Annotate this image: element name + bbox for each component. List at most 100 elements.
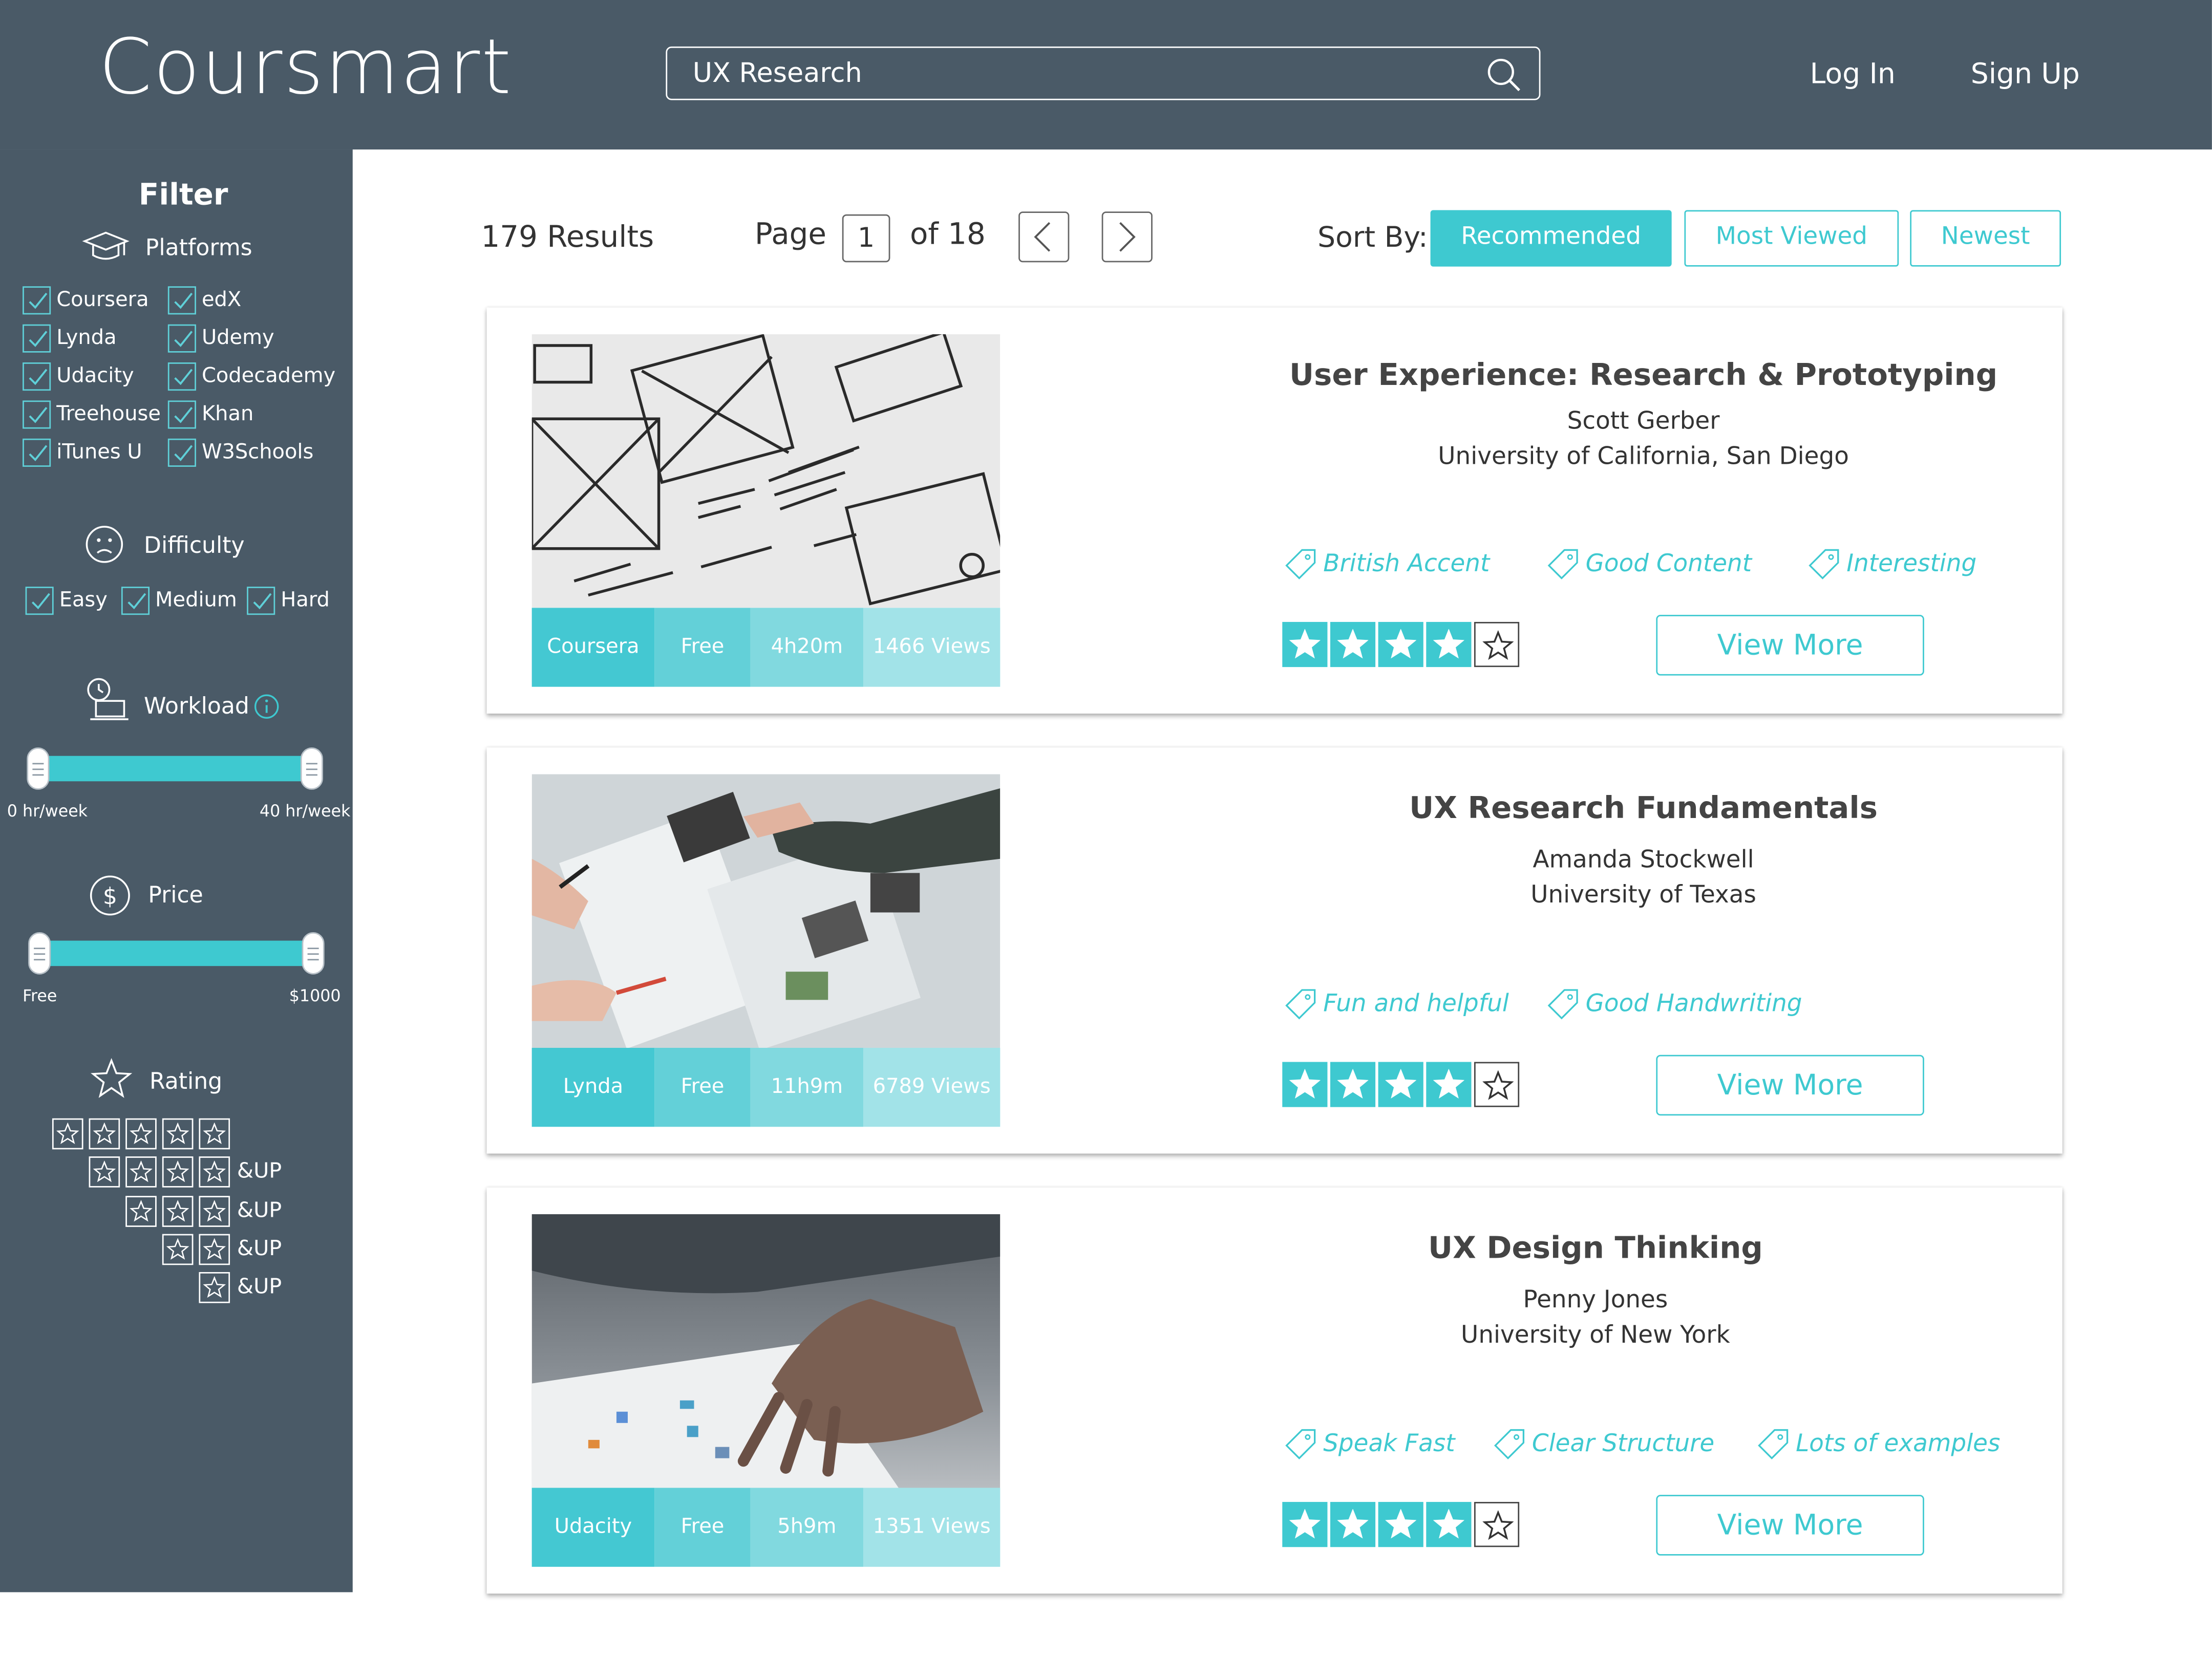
checkbox-box[interactable]: [23, 438, 51, 467]
star-filled-icon: [1289, 629, 1321, 659]
info-icon[interactable]: [254, 694, 280, 719]
course-thumbnail[interactable]: [531, 1214, 1001, 1488]
course-thumbnail[interactable]: [531, 774, 1001, 1048]
view-more-button[interactable]: View More: [1656, 1495, 1924, 1556]
platform-checkbox[interactable]: Lynda: [23, 324, 117, 353]
workload-min-handle[interactable]: [27, 747, 50, 790]
course-school: University of California, San Diego: [1438, 443, 1849, 471]
star-filled-icon: [1433, 1509, 1464, 1539]
course-instructor: Amanda Stockwell: [1533, 846, 1754, 875]
checkbox-box[interactable]: [247, 587, 275, 615]
sort-label: Sort By:: [1317, 220, 1428, 254]
star-outline-icon: [1482, 1070, 1514, 1100]
checkbox-label: Codecademy: [201, 365, 336, 388]
next-page-button[interactable]: [1101, 211, 1153, 263]
star-outline-icon: [56, 1122, 79, 1144]
checkbox-box[interactable]: [23, 286, 51, 315]
course-meta-bar: Coursera Free 4h20m 1466 Views: [531, 608, 1001, 687]
checkbox-label: Khan: [201, 403, 254, 426]
wireframe-sketch-image: [531, 334, 1001, 608]
course-duration: 4h20m: [750, 608, 864, 687]
course-tag[interactable]: Speak Fast: [1282, 1426, 1455, 1462]
platform-checkbox[interactable]: Udacity: [23, 362, 134, 391]
rating-filter-option[interactable]: &UP: [0, 1234, 353, 1267]
platform-checkbox[interactable]: Khan: [167, 400, 254, 429]
check-icon: [174, 369, 193, 385]
star-outline-icon: [203, 1276, 226, 1298]
star-outline-icon: [166, 1161, 189, 1183]
checkbox-box[interactable]: [167, 438, 196, 467]
filter-title: Filter: [138, 178, 228, 212]
course-card[interactable]: Coursera Free 4h20m 1466 Views User Expe…: [486, 307, 2062, 714]
rating-star-box: [162, 1234, 194, 1265]
rating-star-box: [162, 1156, 194, 1188]
course-title[interactable]: UX Design Thinking: [1172, 1231, 2018, 1266]
view-more-button[interactable]: View More: [1656, 1055, 1924, 1116]
checkbox-box[interactable]: [23, 362, 51, 391]
course-tag[interactable]: Clear Structure: [1491, 1426, 1714, 1462]
search-input[interactable]: UX Research: [666, 46, 1541, 100]
rating-filter-option[interactable]: &UP: [0, 1195, 353, 1229]
platform-checkbox[interactable]: Codecademy: [167, 362, 336, 391]
difficulty-checkbox[interactable]: Medium: [121, 587, 237, 615]
course-title[interactable]: User Experience: Research & Prototyping: [1220, 358, 2067, 394]
page-input[interactable]: 1: [842, 214, 890, 263]
checkbox-box[interactable]: [167, 400, 196, 429]
login-link[interactable]: Log In: [1810, 56, 1896, 90]
star-empty: [1474, 1502, 1520, 1547]
platform-checkbox[interactable]: Udemy: [167, 324, 274, 353]
sort-most-viewed-button[interactable]: Most Viewed: [1684, 210, 1899, 267]
rating-and-up-label: &UP: [237, 1274, 282, 1299]
results-count: 179 Results: [481, 220, 654, 254]
prev-page-button[interactable]: [1018, 211, 1070, 263]
course-tag[interactable]: Interesting: [1805, 546, 1976, 583]
search-icon[interactable]: [1485, 56, 1522, 93]
course-instructor: Scott Gerber: [1567, 407, 1720, 436]
course-tag[interactable]: Good Handwriting: [1545, 986, 1802, 1023]
course-card[interactable]: Udacity Free 5h9m 1351 Views UX Design T…: [486, 1187, 2062, 1594]
star-outline-icon: [1482, 1510, 1514, 1540]
course-card[interactable]: Lynda Free 11h9m 6789 Views UX Research …: [486, 747, 2062, 1154]
rating-filter-option[interactable]: [0, 1118, 353, 1152]
platform-checkbox[interactable]: W3Schools: [167, 438, 313, 467]
checkbox-box[interactable]: [167, 362, 196, 391]
platform-checkbox[interactable]: edX: [167, 286, 241, 315]
tag-icon: [1494, 1429, 1525, 1460]
price-max-handle[interactable]: [302, 932, 325, 975]
checkbox-box[interactable]: [167, 286, 196, 315]
logo[interactable]: Coursmart: [99, 23, 513, 112]
difficulty-checkbox[interactable]: Hard: [247, 587, 330, 615]
difficulty-checkbox[interactable]: Easy: [25, 587, 108, 615]
course-views: 6789 Views: [863, 1047, 1001, 1127]
checkbox-box[interactable]: [167, 324, 196, 353]
price-min-handle[interactable]: [28, 932, 51, 975]
rating-filter-option[interactable]: &UP: [0, 1272, 353, 1306]
checkbox-box[interactable]: [121, 587, 150, 615]
checkbox-label: Udacity: [56, 365, 134, 388]
course-thumbnail[interactable]: [531, 334, 1001, 608]
view-more-button[interactable]: View More: [1656, 615, 1924, 676]
star-filled: [1378, 1062, 1423, 1107]
platform-checkbox[interactable]: Treehouse: [23, 400, 161, 429]
course-tag[interactable]: Lots of examples: [1755, 1426, 2000, 1462]
workload-slider-track[interactable]: [36, 756, 313, 782]
check-icon: [32, 593, 50, 610]
checkbox-box[interactable]: [23, 324, 51, 353]
platform-checkbox[interactable]: iTunes U: [23, 438, 142, 467]
course-school: University of New York: [1461, 1321, 1730, 1350]
platform-checkbox[interactable]: Coursera: [23, 286, 149, 315]
sort-newest-button[interactable]: Newest: [1910, 210, 2061, 267]
tag-icon: [1809, 549, 1839, 579]
checkbox-box[interactable]: [23, 400, 51, 429]
check-icon: [174, 331, 193, 347]
course-tag[interactable]: British Accent: [1282, 546, 1490, 583]
course-tag[interactable]: Fun and helpful: [1282, 986, 1509, 1023]
checkbox-box[interactable]: [25, 587, 54, 615]
price-slider-track[interactable]: [38, 940, 313, 966]
rating-filter-option[interactable]: &UP: [0, 1156, 353, 1191]
course-title[interactable]: UX Research Fundamentals: [1220, 791, 2067, 827]
workload-max-handle[interactable]: [300, 747, 323, 790]
sort-recommended-button[interactable]: Recommended: [1430, 210, 1672, 267]
signup-link[interactable]: Sign Up: [1971, 56, 2080, 90]
course-tag[interactable]: Good Content: [1545, 546, 1752, 583]
